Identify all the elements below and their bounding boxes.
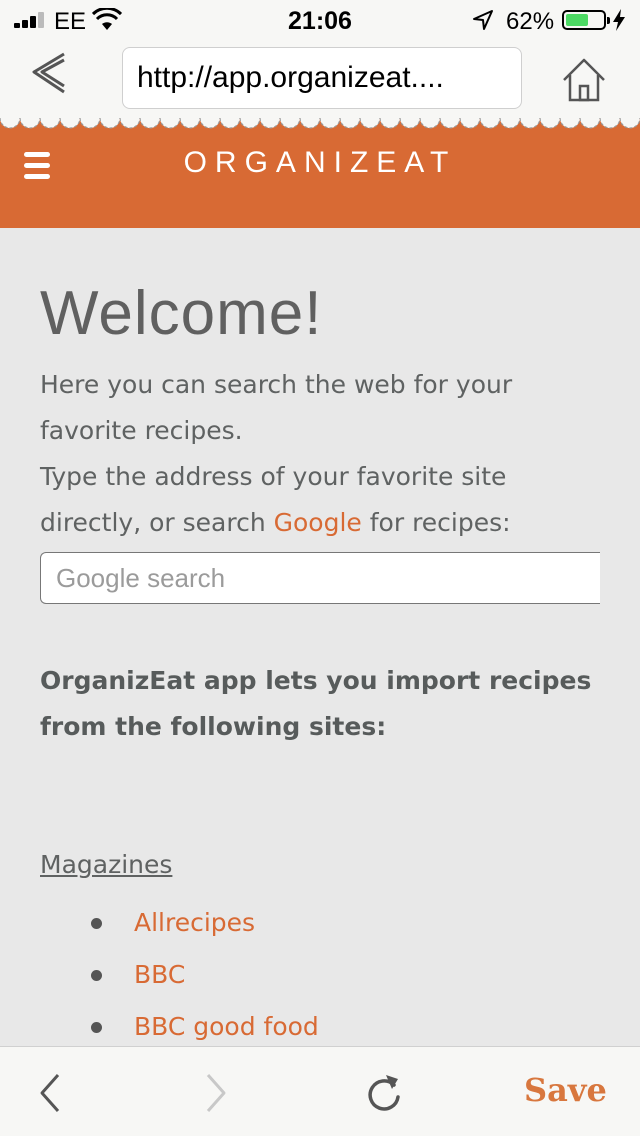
intro-line-1: Here you can search the web for your fav… [40,370,513,445]
save-button[interactable]: Save [524,1071,607,1109]
location-arrow-icon [473,10,493,30]
forward-chevron-icon[interactable] [202,1071,230,1115]
google-link[interactable]: Google [274,508,362,537]
site-link[interactable]: Allrecipes [134,908,255,937]
brand-title: ORGANIZEAT [183,146,457,179]
charging-bolt-icon [613,9,625,31]
import-description: OrganizEat app lets you import recipes f… [40,666,592,741]
app-header: ORGANIZEAT [0,132,640,228]
list-item[interactable]: Allrecipes [40,900,319,952]
bullet-icon [91,970,102,981]
intro-line-3: for recipes: [361,508,511,537]
battery-percent: 62% [506,8,555,35]
site-link[interactable]: BBC [134,960,185,989]
scalloped-divider [0,110,640,132]
battery-fill [566,14,588,26]
intro-text: Here you can search the web for your fav… [40,362,600,546]
back-chevron-icon[interactable] [36,1071,64,1115]
google-search-input[interactable] [40,552,600,604]
site-link[interactable]: BBC good food [134,1012,319,1041]
back-arrow-icon[interactable] [26,48,74,100]
status-bar: EE 21:06 62% [0,0,640,40]
url-field[interactable]: http://app.organizeat.... [122,47,522,109]
page-title: Welcome! [40,279,323,348]
bullet-icon [91,1022,102,1033]
browser-bar: http://app.organizeat.... [0,40,640,118]
list-item[interactable]: BBC [40,952,319,1004]
home-icon[interactable] [560,56,608,104]
bottom-toolbar: Save [0,1046,640,1136]
category-heading-magazines[interactable]: Magazines [40,850,172,879]
battery-icon [562,10,610,30]
reload-icon[interactable] [364,1071,404,1115]
site-list: Allrecipes BBC BBC good food [40,900,319,1056]
bullet-icon [91,918,102,929]
